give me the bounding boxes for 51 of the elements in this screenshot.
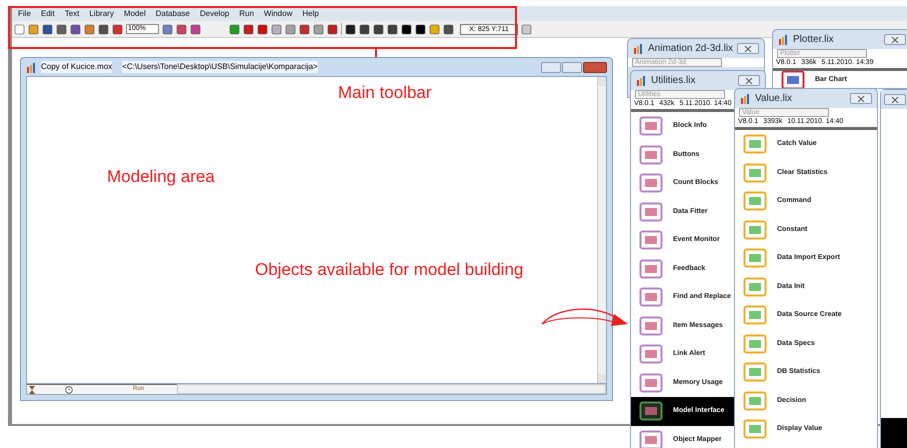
window-title: Animation 2d-3d.lix [648,42,734,56]
file-path: <C:\Users\Tone\Desktop\USB\Simulacije\Komparacija> [122,61,318,73]
menu-item[interactable]: Database [156,8,190,20]
block-icon[interactable] [639,401,663,422]
close-button[interactable] [884,94,906,105]
block-icon[interactable] [639,173,663,194]
horizontal-scrollbar[interactable] [177,384,606,394]
close-icon [745,78,753,84]
close-button[interactable] [738,75,760,86]
close-button[interactable] [884,34,906,45]
block-icon[interactable] [639,116,663,136]
block-icon[interactable] [639,372,663,393]
menu-item[interactable]: Model [124,8,146,20]
block-icon[interactable] [639,258,663,279]
window-title: Value.lix [755,92,792,106]
close-icon [857,96,865,102]
menu-item[interactable]: Develop [200,8,230,20]
menu-item[interactable]: Window [264,8,292,20]
menu-item[interactable]: Edit [40,8,55,20]
library-icon [633,43,644,54]
menu-item[interactable]: Help [302,8,319,20]
block-icon[interactable] [639,316,663,336]
library-icon [636,75,647,86]
vertical-scrollbar[interactable] [597,77,606,383]
library-icon [740,93,751,104]
close-button[interactable] [737,43,760,54]
close-icon [744,46,752,52]
hourglass-icon [29,386,35,394]
annotation-label: Main toolbar [338,82,432,104]
library-icon [26,62,37,72]
block-icon[interactable] [639,202,663,222]
close-icon [891,36,899,42]
block-icon[interactable] [639,144,663,165]
block-icon[interactable] [639,430,663,448]
menu-item[interactable]: File [18,8,31,20]
annotation-label: Objects available for model building [255,259,524,281]
menu-item[interactable]: Library [89,8,114,20]
close-icon [891,96,899,102]
block-icon[interactable] [639,230,663,250]
window-title: Plotter.lix [793,33,834,47]
block-icon[interactable] [781,71,805,88]
block-icon[interactable] [639,287,663,308]
close-button[interactable] [583,62,607,72]
annotation-label: Modeling area [107,166,215,188]
library-icon [778,34,789,45]
menu-item[interactable]: Run [239,8,254,20]
menu-item[interactable]: Text [64,8,80,20]
close-button[interactable] [850,93,872,104]
block-icon[interactable] [639,344,663,364]
window-title: Copy of Kucice.mox [41,61,112,73]
window-title: Utilities.lix [651,74,696,88]
